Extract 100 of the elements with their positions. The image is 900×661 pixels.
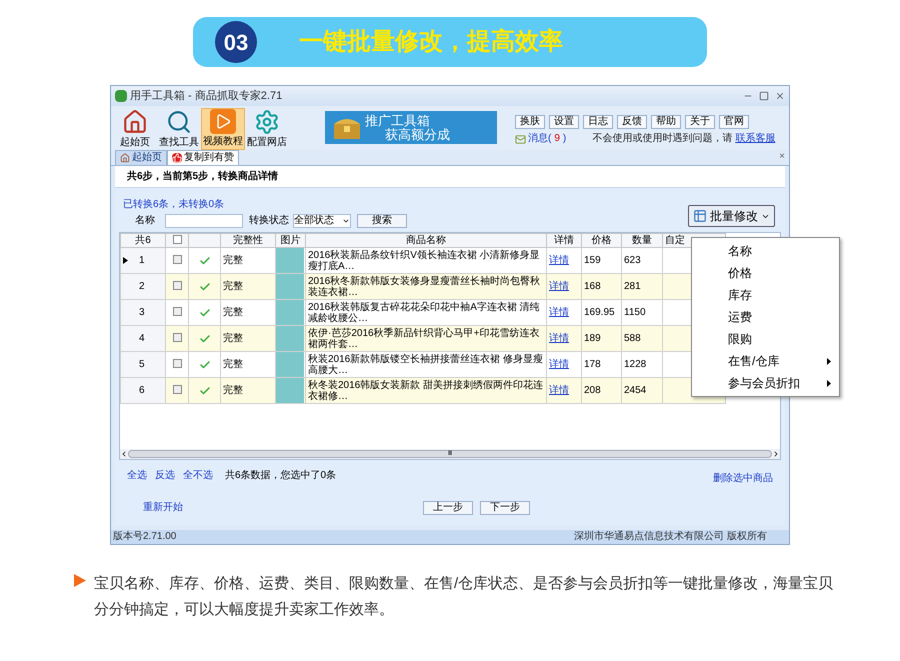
table-cell: 完整 — [223, 254, 243, 266]
table-cell: 完整 — [223, 280, 243, 292]
step-number: 03 — [215, 21, 257, 63]
delete-link[interactable]: 删除选中商品 — [713, 473, 773, 485]
table-cell: 281 — [624, 280, 641, 292]
select-link[interactable]: 全不选 — [183, 470, 213, 482]
table-cell: 1228 — [624, 358, 646, 370]
product-name: 依伊·芭莎2016秋季新品针织背心马甲+印花雪纺连衣裙两件套… — [308, 328, 540, 350]
toolbar-button[interactable]: 配置网店 — [245, 108, 289, 150]
status-dropdown[interactable]: 全部状态 — [293, 214, 351, 228]
select-link[interactable]: 全选 — [127, 470, 147, 482]
step-text: 共6步，当前第5步，转换商品详情 — [127, 170, 278, 182]
search-button[interactable]: 搜索 — [357, 214, 407, 228]
toolbar-button[interactable]: 起始页 — [113, 108, 157, 150]
row-number: 3 — [139, 306, 145, 318]
selection-info: 共6条数据，您选中了0条 — [225, 470, 336, 482]
banner-text: 推广工具箱 — [365, 114, 431, 128]
house-icon — [120, 153, 130, 163]
name-label: 名称 — [135, 215, 155, 227]
nav-button[interactable]: 上一步 — [423, 501, 473, 515]
checkbox[interactable] — [172, 385, 182, 394]
caret-icon — [342, 217, 350, 225]
thumbs-up-icon — [172, 153, 182, 163]
row-number: 5 — [139, 358, 145, 370]
column-header: 商品名称 — [406, 234, 446, 246]
message-link[interactable]: 消息( 9 ) — [528, 133, 566, 145]
table-cell: 159 — [584, 254, 601, 266]
menu-item[interactable]: 库存 — [692, 284, 839, 306]
checkbox[interactable] — [172, 307, 182, 316]
toolbar-button[interactable]: 查找工具 — [157, 108, 201, 150]
menu-item[interactable]: 名称 — [692, 240, 839, 262]
menu-item[interactable]: 运费 — [692, 306, 839, 328]
maximize-icon[interactable] — [759, 91, 769, 101]
column-header: 价格 — [592, 234, 612, 246]
check-icon — [198, 306, 210, 318]
menu-item[interactable]: 价格 — [692, 262, 839, 284]
table-cell: 完整 — [223, 306, 243, 318]
row-number: 4 — [139, 332, 145, 344]
toolbar-text-button[interactable]: 换肤 — [515, 115, 545, 129]
contact-link[interactable]: 联系客服 — [735, 133, 776, 145]
column-header: 图片 — [280, 234, 300, 246]
check-icon — [198, 358, 210, 370]
table-cell: 623 — [624, 254, 641, 266]
play-icon — [210, 109, 236, 134]
promo-banner[interactable]: 推广工具箱 获高额分成 — [325, 111, 497, 144]
house-icon — [122, 109, 148, 135]
banner-text: 获高额分成 — [384, 128, 450, 142]
tab[interactable]: 复制到有赞 — [167, 150, 239, 165]
checkbox[interactable] — [172, 281, 182, 290]
toolbar-button[interactable]: 视频教程 — [201, 108, 245, 150]
app-logo-icon — [115, 90, 127, 102]
product-name: 秋冬装2016韩版女装新款 甜美拼接刺绣假两件印花连衣裙修… — [308, 380, 544, 402]
menu-item[interactable]: 在售/仓库 — [692, 350, 839, 372]
toolbar-text-button[interactable]: 帮助 — [651, 115, 681, 129]
toolbar-text-button[interactable]: 设置 — [549, 115, 579, 129]
table-cell: 168 — [584, 280, 601, 292]
row-number: 2 — [139, 280, 145, 292]
select-link[interactable]: 反选 — [155, 470, 175, 482]
submenu-arrow-icon — [827, 358, 831, 364]
menu-item[interactable]: 限购 — [692, 328, 839, 350]
version-text: 版本号2.71.00 — [113, 531, 176, 543]
copyright-text: 深圳市华通易点信息技术有限公司 版权所有 — [574, 531, 767, 543]
toolbar-text-button[interactable]: 关于 — [685, 115, 715, 129]
conversion-status: 已转换6条，未转换0条 — [123, 199, 226, 211]
column-header: 数量 — [632, 234, 652, 246]
table-cell: 完整 — [223, 332, 243, 344]
toolbar-text-button[interactable]: 反馈 — [617, 115, 647, 129]
product-name: 2016秋冬新款韩版女装修身显瘦蕾丝长袖时尚包臀秋装连衣裙… — [308, 276, 542, 298]
table-cell: 169.95 — [584, 306, 615, 318]
scroll-right-icon — [772, 450, 780, 458]
table-cell: 1150 — [624, 306, 646, 318]
row-number: 1 — [139, 254, 145, 266]
checkbox[interactable] — [172, 359, 182, 368]
batch-edit-button[interactable]: 批量修改 — [688, 205, 775, 227]
window-title: 用手工具箱 - 商品抓取专家2.71 — [130, 90, 282, 102]
restart-link[interactable]: 重新开始 — [143, 502, 183, 514]
check-icon — [198, 384, 210, 396]
envelope-icon — [515, 134, 526, 144]
name-input[interactable] — [165, 214, 243, 228]
toolbar-text-button[interactable]: 官网 — [719, 115, 749, 129]
search-icon — [166, 109, 192, 135]
photo-placeholder — [276, 352, 304, 377]
close-icon[interactable] — [775, 91, 785, 101]
close-tab-button[interactable]: × — [779, 151, 785, 163]
menu-item[interactable]: 参与会员折扣 — [692, 372, 839, 394]
description-text: 宝贝名称、库存、价格、运费、类目、限购数量、在售/仓库状态、是否参与会员折扣等一键批量修改，海量宝贝分分钟搞定，可以大幅度提升卖家工作效率。 — [94, 574, 834, 620]
photo-placeholder — [276, 326, 304, 351]
nav-button[interactable]: 下一步 — [480, 501, 530, 515]
photo-placeholder — [276, 300, 304, 325]
checkbox[interactable] — [172, 255, 182, 264]
checkbox[interactable] — [172, 235, 182, 244]
column-header: 详情 — [554, 234, 574, 246]
header-title: 一键批量修改，提高效率 — [299, 27, 563, 57]
product-name: 秋装2016新款韩版镂空长袖拼接蕾丝连衣裙 修身显瘦高腰大… — [308, 354, 544, 376]
help-text: 不会使用或使用时遇到问题，请 — [592, 133, 732, 145]
column-header: 完整性 — [233, 234, 263, 246]
checkbox[interactable] — [172, 333, 182, 342]
gear-icon — [254, 109, 280, 135]
toolbar-text-button[interactable]: 日志 — [583, 115, 613, 129]
tab[interactable]: 起始页 — [115, 150, 167, 165]
